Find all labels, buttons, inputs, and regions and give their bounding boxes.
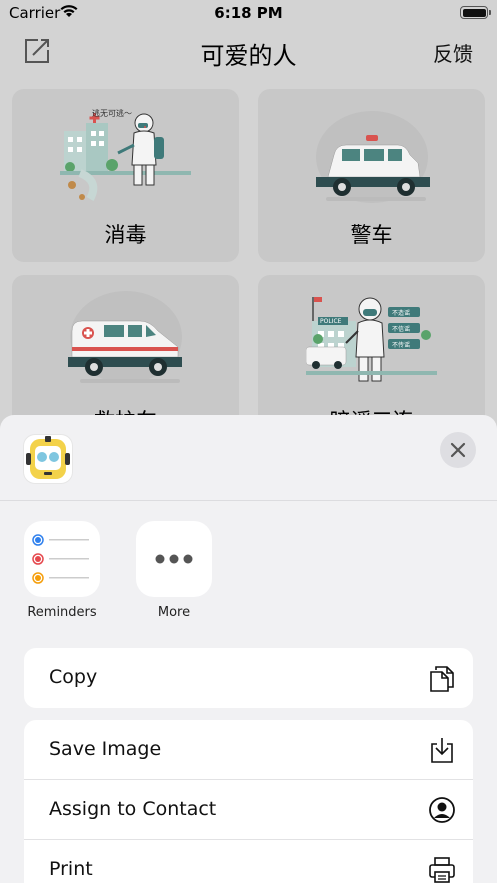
svg-text:逃无可逃～: 逃无可逃～ <box>92 108 132 118</box>
action-label: Save Image <box>49 738 162 760</box>
share-app-label: More <box>157 605 191 620</box>
action-label: Assign to Contact <box>49 798 217 820</box>
contact-icon <box>429 797 455 823</box>
action-assign-contact[interactable]: Assign to Contact <box>24 780 473 840</box>
page-title: 可爱的人 <box>200 42 297 70</box>
svg-text:不信谣: 不信谣 <box>392 325 410 333</box>
reminders-icon <box>24 521 100 597</box>
rumor-officer-illustration: POLICE 不造谣 不信谣 不传谣 <box>306 297 437 382</box>
more-icon <box>136 521 212 597</box>
share-sheet: Reminders More Copy Save Image Assign to… <box>0 415 497 883</box>
action-group-main: Save Image Assign to Contact Print <box>24 720 473 883</box>
share-sheet-header <box>0 415 497 501</box>
ambulance-illustration <box>68 291 182 383</box>
police-car-illustration <box>316 111 430 203</box>
close-icon <box>450 442 466 458</box>
svg-text:不传谣: 不传谣 <box>392 341 410 349</box>
svg-text:POLICE: POLICE <box>320 318 342 325</box>
clock: 6:18 PM <box>214 4 283 22</box>
battery-icon <box>460 6 491 19</box>
svg-text:不造谣: 不造谣 <box>392 309 410 317</box>
close-button[interactable] <box>440 432 476 468</box>
nav-bar: 可爱的人 反馈 <box>0 26 497 76</box>
action-label: Copy <box>49 666 98 688</box>
action-save-image[interactable]: Save Image <box>24 720 473 780</box>
status-bar: Carrier 6:18 PM <box>0 0 497 26</box>
action-group-copy: Copy <box>24 648 473 708</box>
action-print[interactable]: Print <box>24 840 473 883</box>
share-app-more[interactable]: More <box>136 521 212 620</box>
share-app-label: Reminders <box>27 605 97 620</box>
action-copy[interactable]: Copy <box>24 648 473 708</box>
save-image-icon <box>431 738 453 763</box>
copy-icon <box>430 666 454 692</box>
feedback-button[interactable]: 反馈 <box>433 38 473 67</box>
disinfect-caption: 逃无可逃～ <box>92 108 132 118</box>
share-app-reminders[interactable]: Reminders <box>24 521 100 620</box>
print-icon <box>429 857 455 883</box>
card-disinfect[interactable]: 逃无可逃～ 消毒 <box>12 89 239 262</box>
card-label: 警车 <box>350 223 393 247</box>
card-label: 消毒 <box>104 223 147 247</box>
app-icon <box>24 435 72 483</box>
action-label: Print <box>49 858 93 880</box>
card-police-car[interactable]: 警车 <box>258 89 485 262</box>
